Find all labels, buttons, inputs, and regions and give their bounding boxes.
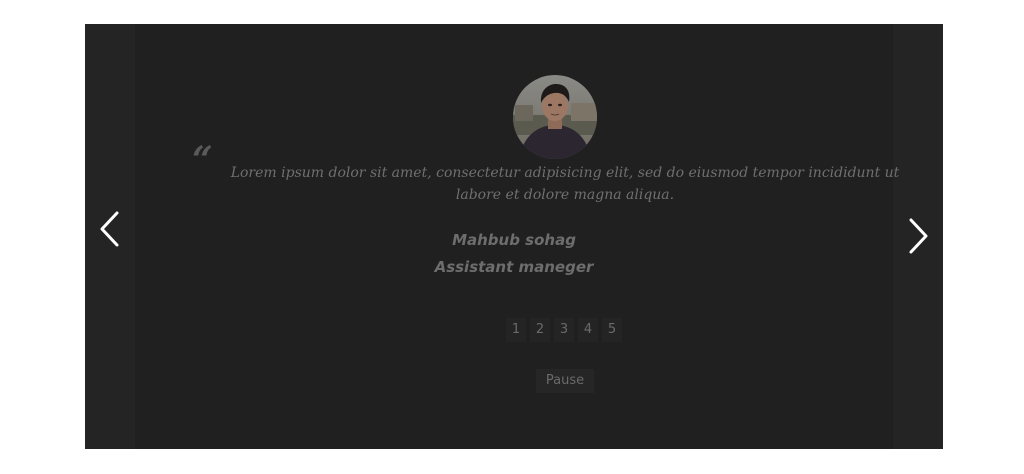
testimonial-text: Lorem ipsum dolor sit amet, consectetur …: [230, 165, 900, 203]
author-avatar: [513, 75, 597, 159]
pager-item[interactable]: 1: [506, 318, 526, 342]
pause-button[interactable]: Pause: [536, 369, 594, 393]
pager-item[interactable]: 5: [602, 318, 622, 342]
author-name: Mahbub sohag: [452, 231, 576, 249]
slide-pager: 1 2 3 4 5: [506, 318, 622, 342]
next-slide-button[interactable]: [893, 196, 943, 276]
quote-icon: “: [192, 139, 213, 181]
pager-item[interactable]: 3: [554, 318, 574, 342]
prev-slide-button[interactable]: [85, 189, 135, 269]
pager-item[interactable]: 4: [578, 318, 598, 342]
testimonial-slide: “ Lorem ipsum dolor sit amet, consectetu…: [135, 24, 899, 449]
pager-item[interactable]: 2: [530, 318, 550, 342]
chevron-right-icon: [909, 218, 928, 254]
testimonial-slider: “ Lorem ipsum dolor sit amet, consectetu…: [85, 24, 943, 449]
avatar-photo: [513, 75, 597, 159]
author-role: Assistant maneger: [434, 258, 594, 276]
